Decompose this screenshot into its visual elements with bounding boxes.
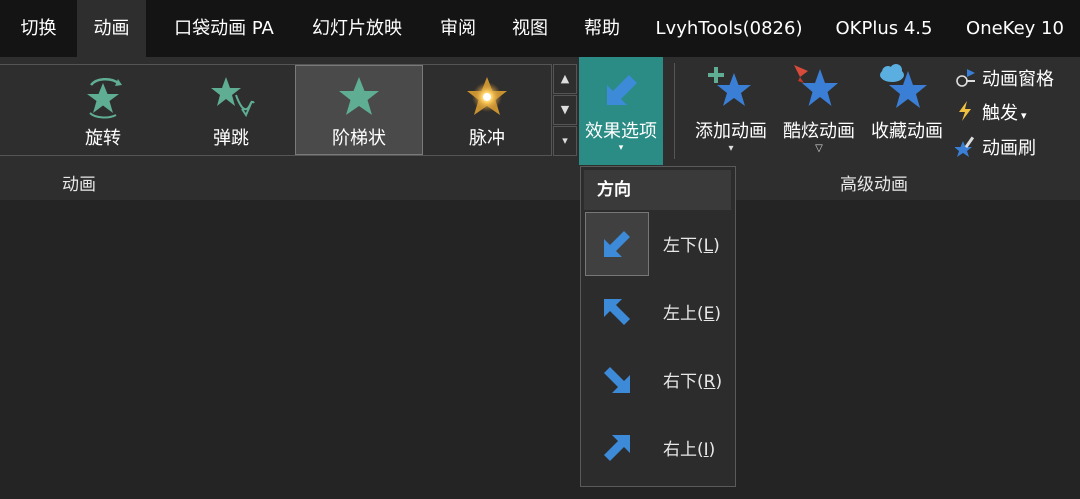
favorite-animation-label: 收藏动画 <box>871 121 943 142</box>
spin-star-icon <box>87 78 122 119</box>
cool-star-icon <box>794 65 838 106</box>
gallery-item-stairs[interactable]: 阶梯状 <box>295 65 423 155</box>
gallery-item-spin[interactable]: 旋转 <box>39 65 167 155</box>
direction-menu: 方向 左下(L) 左上(E) 右下(R) 右上(I) <box>580 166 736 487</box>
animation-pane-label: 动画窗格 <box>982 69 1054 90</box>
menu-item-up-right[interactable]: 右上(I) <box>586 417 732 479</box>
lightning-icon <box>959 101 971 121</box>
chevron-down-icon: ▾ <box>1021 109 1027 122</box>
gallery-label-spin: 旋转 <box>85 128 121 149</box>
menu-item-text: 左下( <box>663 236 704 256</box>
chevron-down-icon: ▽ <box>815 143 823 154</box>
menu-item-label: 左下(L) <box>663 231 720 256</box>
gallery-scroll-down-button[interactable]: ▼ <box>553 95 577 125</box>
animation-gallery: 旋转 弹跳 阶梯状 脉冲 <box>0 64 552 156</box>
add-animation-button[interactable]: 添加动画 ▾ <box>688 57 774 162</box>
menu-item-label: 右下(R) <box>663 367 722 392</box>
menu-item-key: E <box>703 304 715 324</box>
arrow-down-left-icon <box>607 75 637 105</box>
group-label-animation: 动画 <box>62 175 96 195</box>
gallery-label-stairs: 阶梯状 <box>332 128 386 149</box>
menu-item-label: 右上(I) <box>663 435 715 460</box>
arrow-up-left-icon <box>604 299 630 325</box>
menu-item-down-right[interactable]: 右下(R) <box>586 349 732 411</box>
menu-item-text: 左上( <box>663 304 704 324</box>
effect-options-label: 效果选项 <box>585 121 657 142</box>
menu-item-icon-box <box>586 281 648 343</box>
menu-item-icon-box <box>586 417 648 479</box>
menu-item-end: ) <box>713 236 720 256</box>
arrow-down-right-icon <box>604 367 630 393</box>
add-star-icon <box>708 67 751 106</box>
pulse-icon <box>467 77 507 115</box>
chevron-down-icon: ▾ <box>618 143 624 153</box>
tab-slideshow[interactable]: 幻灯片放映 <box>298 0 416 57</box>
gallery-label-bounce: 弹跳 <box>213 128 249 149</box>
menu-item-down-left[interactable]: 左下(L) <box>585 212 732 276</box>
star-icon <box>339 77 379 115</box>
bounce-star-icon <box>211 77 255 118</box>
cool-animation-button[interactable]: 酷炫动画 ▽ <box>776 57 862 162</box>
favorite-animation-button[interactable]: 收藏动画 <box>864 57 950 162</box>
tab-animations[interactable]: 动画 <box>77 0 146 57</box>
tab-view[interactable]: 视图 <box>502 0 558 57</box>
ribbon-panel: 旋转 弹跳 阶梯状 脉冲 ▲ ▼ ▾ 动画 效果选项 ▾ 添加动画 ▾ 酷炫动画… <box>0 57 1080 200</box>
cloud-star-icon <box>880 64 927 108</box>
menu-item-end: ) <box>715 372 723 392</box>
gallery-item-bounce[interactable]: 弹跳 <box>167 65 295 155</box>
add-animation-label: 添加动画 <box>695 121 767 142</box>
gallery-scroll-up-button[interactable]: ▲ <box>553 64 577 94</box>
trigger-label: 触发 ▾ <box>982 99 1027 125</box>
menu-item-key: R <box>703 372 716 392</box>
gallery-more-button[interactable]: ▾ <box>553 126 577 156</box>
ribbon-tab-bar: 切换 动画 口袋动画 PA 幻灯片放映 审阅 视图 帮助 LvyhTools(0… <box>0 0 1080 57</box>
animation-painter-label: 动画刷 <box>982 138 1036 159</box>
group-separator <box>674 63 675 159</box>
menu-item-icon-box <box>586 349 648 411</box>
menu-item-label: 左上(E) <box>663 299 721 324</box>
trigger-label-text: 触发 <box>982 103 1018 124</box>
menu-item-key: L <box>703 236 714 256</box>
arrow-down-left-icon <box>604 231 630 257</box>
tab-okplus[interactable]: OKPlus 4.5 <box>826 0 942 57</box>
tab-review[interactable]: 审阅 <box>430 0 486 57</box>
arrow-up-right-icon <box>604 435 630 461</box>
tab-lvyhtools[interactable]: LvyhTools(0826) <box>644 0 814 57</box>
menu-header-direction: 方向 <box>584 170 731 210</box>
menu-item-end: ) <box>714 304 722 324</box>
gallery-label-pulse: 脉冲 <box>469 128 505 149</box>
menu-item-end: ) <box>708 440 716 460</box>
tab-onekey[interactable]: OneKey 10 <box>956 0 1074 57</box>
tab-help[interactable]: 帮助 <box>574 0 630 57</box>
animation-painter-icon <box>955 136 975 157</box>
menu-item-up-left[interactable]: 左上(E) <box>586 281 732 343</box>
tab-pocket-animation[interactable]: 口袋动画 PA <box>160 0 288 57</box>
menu-item-text: 右上( <box>663 440 704 460</box>
cool-animation-label: 酷炫动画 <box>783 121 855 142</box>
animation-pane-icon <box>956 69 975 87</box>
menu-item-text: 右下( <box>663 372 704 392</box>
gallery-item-pulse[interactable]: 脉冲 <box>423 65 551 155</box>
group-label-advanced-animation: 高级动画 <box>840 175 908 195</box>
effect-options-button[interactable]: 效果选项 ▾ <box>579 57 663 165</box>
tab-transitions[interactable]: 切换 <box>0 0 77 57</box>
chevron-down-icon: ▾ <box>728 143 734 154</box>
menu-item-icon-box <box>585 212 649 276</box>
